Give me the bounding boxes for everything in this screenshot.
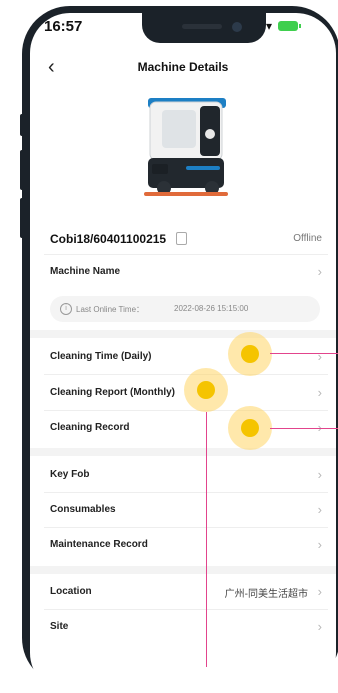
wifi-icon: ▾ [266, 19, 273, 33]
touch-dot [241, 345, 259, 363]
copy-icon[interactable] [176, 230, 189, 245]
navigation-bar: ‹ Machine Details [30, 52, 336, 82]
phone-mute-switch [20, 114, 24, 136]
location-label: Location [50, 586, 92, 597]
phone-notch [142, 13, 266, 43]
speaker-grille [182, 24, 222, 29]
chevron-right-icon: › [317, 349, 322, 364]
consumables-row[interactable]: Consumables › [44, 493, 328, 527]
chevron-right-icon: › [317, 264, 322, 279]
machine-name-row[interactable]: Machine Name › [44, 255, 328, 289]
site-label: Site [50, 621, 69, 632]
touch-indicator [184, 368, 228, 412]
status-icons: ▾ [266, 19, 302, 33]
chevron-right-icon: › [317, 584, 322, 599]
cleaning-time-label: Cleaning Time (Daily) [50, 351, 152, 362]
machine-name-label: Machine Name [50, 266, 121, 277]
maintenance-record-row[interactable]: Maintenance Record › [44, 528, 328, 562]
location-row[interactable]: Location 广州-同美生活超市 › [44, 575, 328, 609]
machine-serial: Cobi18/60401100215 [50, 232, 167, 246]
cleaning-report-label: Cleaning Report (Monthly) [50, 387, 175, 398]
last-online-value: 2022-08-26 15:15:00 [174, 304, 249, 313]
touch-dot [241, 419, 259, 437]
phone-volume-up [20, 150, 24, 190]
chevron-right-icon: › [317, 619, 322, 634]
maintenance-record-label: Maintenance Record [50, 539, 148, 550]
page-title: Machine Details [137, 60, 229, 74]
location-value: 广州-同美生活超市 [224, 589, 308, 600]
status-time: 16:57 [44, 18, 83, 35]
cleaning-time-row[interactable]: Cleaning Time (Daily) › [44, 340, 328, 374]
battery-charging-icon [278, 21, 302, 31]
chevron-right-icon: › [317, 537, 322, 552]
status-badge: Offline [293, 233, 322, 244]
chevron-right-icon: › [317, 467, 322, 482]
cleaning-record-label: Cleaning Record [50, 422, 130, 433]
section-gap [30, 330, 336, 338]
pointer-line [206, 412, 207, 667]
last-online-info: i Last Online Time： 2022-08-26 15:15:00 [50, 296, 320, 322]
touch-indicator [228, 406, 272, 450]
last-online-label: Last Online Time： [76, 305, 145, 314]
info-icon: i [60, 303, 72, 315]
machine-serial-row: Cobi18/60401100215 Offline [50, 228, 326, 250]
section-gap [30, 566, 336, 574]
site-row[interactable]: Site › [44, 610, 328, 644]
key-fob-row[interactable]: Key Fob › [44, 458, 328, 492]
consumables-label: Consumables [50, 504, 116, 515]
phone-volume-down [20, 198, 24, 238]
chevron-right-icon: › [317, 502, 322, 517]
divider [44, 374, 328, 375]
camera-icon [232, 22, 242, 32]
machine-image [130, 90, 242, 204]
chevron-right-icon: › [317, 385, 322, 400]
touch-dot [197, 381, 215, 399]
section-gap [30, 448, 336, 456]
pointer-line [270, 428, 338, 429]
pointer-line [270, 353, 338, 354]
touch-indicator [228, 332, 272, 376]
key-fob-label: Key Fob [50, 469, 90, 480]
